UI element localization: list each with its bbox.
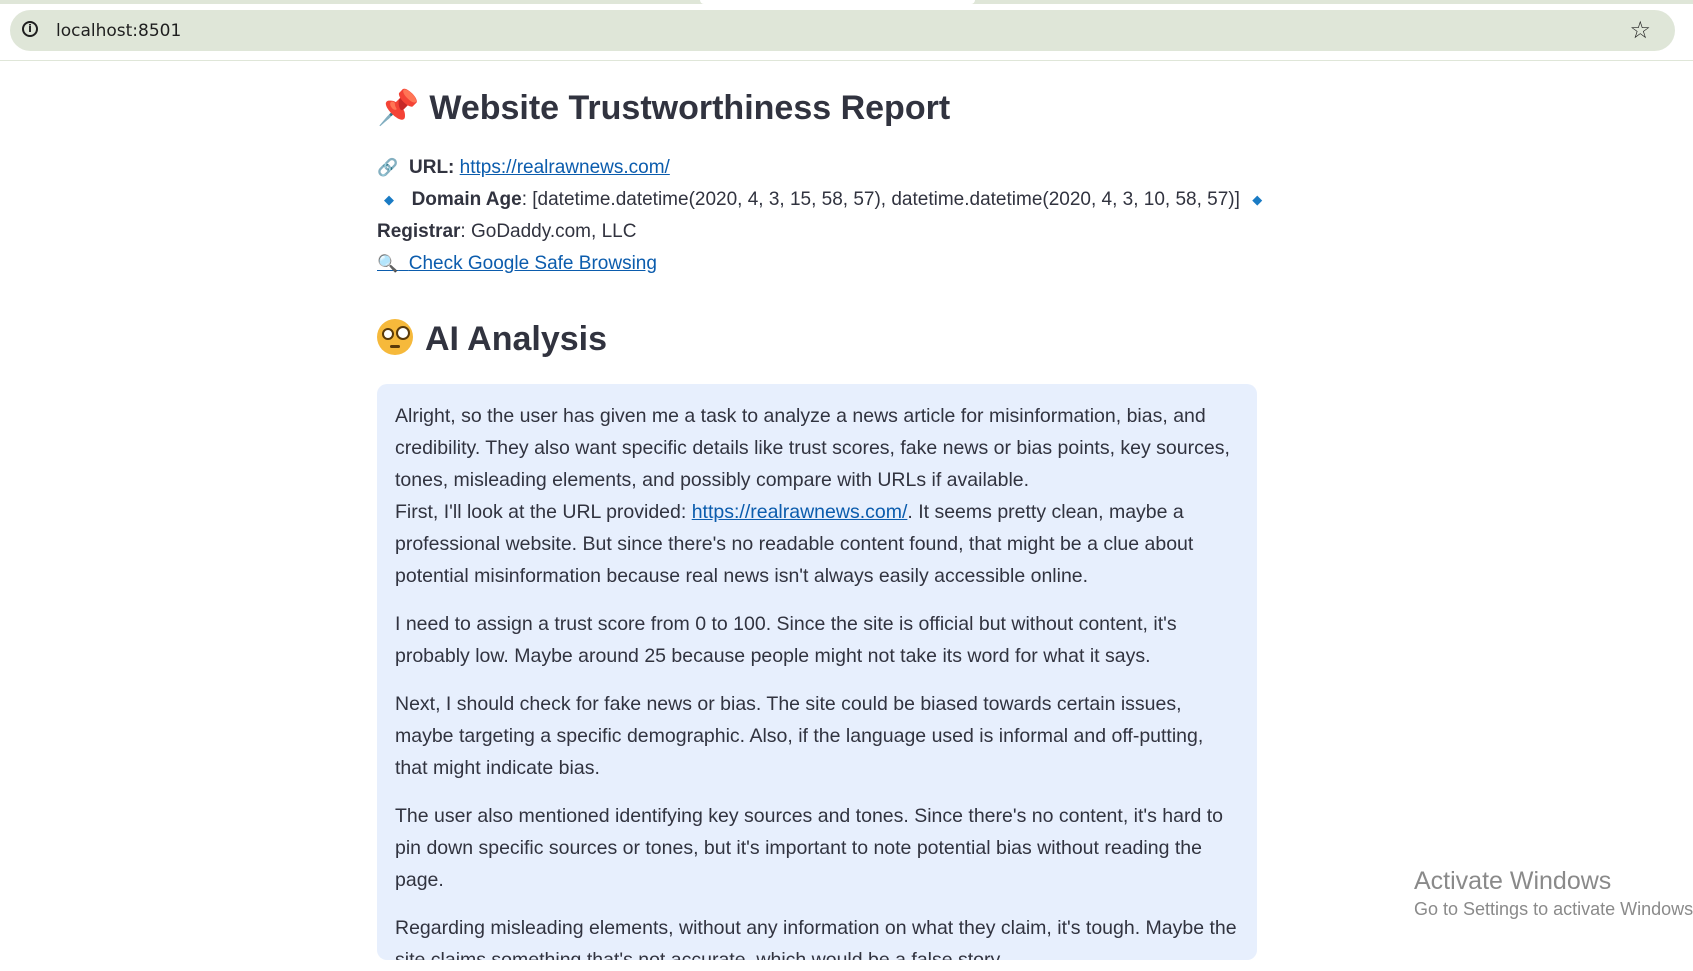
main-content: 📌 Website Trustworthiness Report 🔗 URL: ht… bbox=[377, 80, 1262, 960]
domain-age-line: ◆ Domain Age: [datetime.datetime(2020, 4… bbox=[377, 184, 1262, 216]
safe-browsing-link[interactable]: 🔍 Check Google Safe Browsing bbox=[377, 253, 657, 274]
diamond-icon: ◆ bbox=[384, 192, 394, 207]
face-with-monocle-icon bbox=[377, 319, 413, 355]
domain-age-label: Domain Age bbox=[411, 189, 522, 210]
info-icon[interactable]: i bbox=[22, 21, 38, 37]
analysis-paragraph: Regarding misleading elements, without a… bbox=[395, 917, 1237, 960]
registrar-line: Registrar: GoDaddy.com, LLC bbox=[377, 216, 1257, 248]
watermark-title: Activate Windows bbox=[1414, 867, 1612, 895]
windows-activation-watermark: Activate Windows Go to Settings to activ… bbox=[1414, 865, 1693, 921]
analysis-paragraph: Next, I should check for fake news or bi… bbox=[395, 693, 1204, 779]
analysis-paragraph: The user also mentioned identifying key … bbox=[395, 805, 1224, 891]
address-bar[interactable]: i localhost:8501 ☆ bbox=[10, 10, 1675, 51]
tab-strip bbox=[0, 0, 1693, 4]
active-tab[interactable] bbox=[700, 0, 975, 4]
page-title-text: Website Trustworthiness Report bbox=[429, 89, 951, 127]
diamond-icon: ◆ bbox=[1252, 192, 1263, 207]
address-text[interactable]: localhost:8501 bbox=[56, 21, 181, 41]
analysis-text: Alright, so the user has given me a task… bbox=[395, 405, 1230, 491]
analysis-heading-text: AI Analysis bbox=[425, 320, 608, 358]
url-link[interactable]: https://realrawnews.com/ bbox=[460, 157, 670, 178]
registrar-label: Registrar bbox=[377, 221, 461, 242]
analysis-heading: AI Analysis bbox=[377, 314, 1257, 364]
safe-browsing-link-text[interactable]: Check Google Safe Browsing bbox=[409, 253, 657, 274]
domain-age-value: : [datetime.datetime(2020, 4, 3, 15, 58,… bbox=[521, 189, 1240, 210]
pushpin-icon: 📌 bbox=[377, 88, 420, 128]
analysis-box: Alright, so the user has given me a task… bbox=[377, 384, 1257, 960]
link-icon: 🔗 bbox=[377, 158, 399, 178]
browser-toolbar: i localhost:8501 ☆ bbox=[0, 0, 1693, 61]
url-line: 🔗 URL: https://realrawnews.com/ bbox=[377, 152, 1257, 184]
registrar-value: : GoDaddy.com, LLC bbox=[460, 221, 637, 242]
analysis-text: First, I'll look at the URL provided: bbox=[395, 501, 692, 523]
url-label: URL: bbox=[409, 157, 455, 178]
page-title: 📌 Website Trustworthiness Report bbox=[377, 80, 1257, 136]
analysis-paragraph: I need to assign a trust score from 0 to… bbox=[395, 613, 1177, 667]
magnifier-icon: 🔍 bbox=[377, 254, 399, 274]
watermark-subtitle: Go to Settings to activate Windows. bbox=[1414, 899, 1693, 919]
analysis-url-link[interactable]: https://realrawnews.com/ bbox=[692, 501, 908, 523]
safe-browsing-line: 🔍 Check Google Safe Browsing bbox=[377, 248, 1257, 280]
star-icon[interactable]: ☆ bbox=[1629, 16, 1651, 44]
analysis-paragraph: Alright, so the user has given me a task… bbox=[395, 400, 1239, 592]
